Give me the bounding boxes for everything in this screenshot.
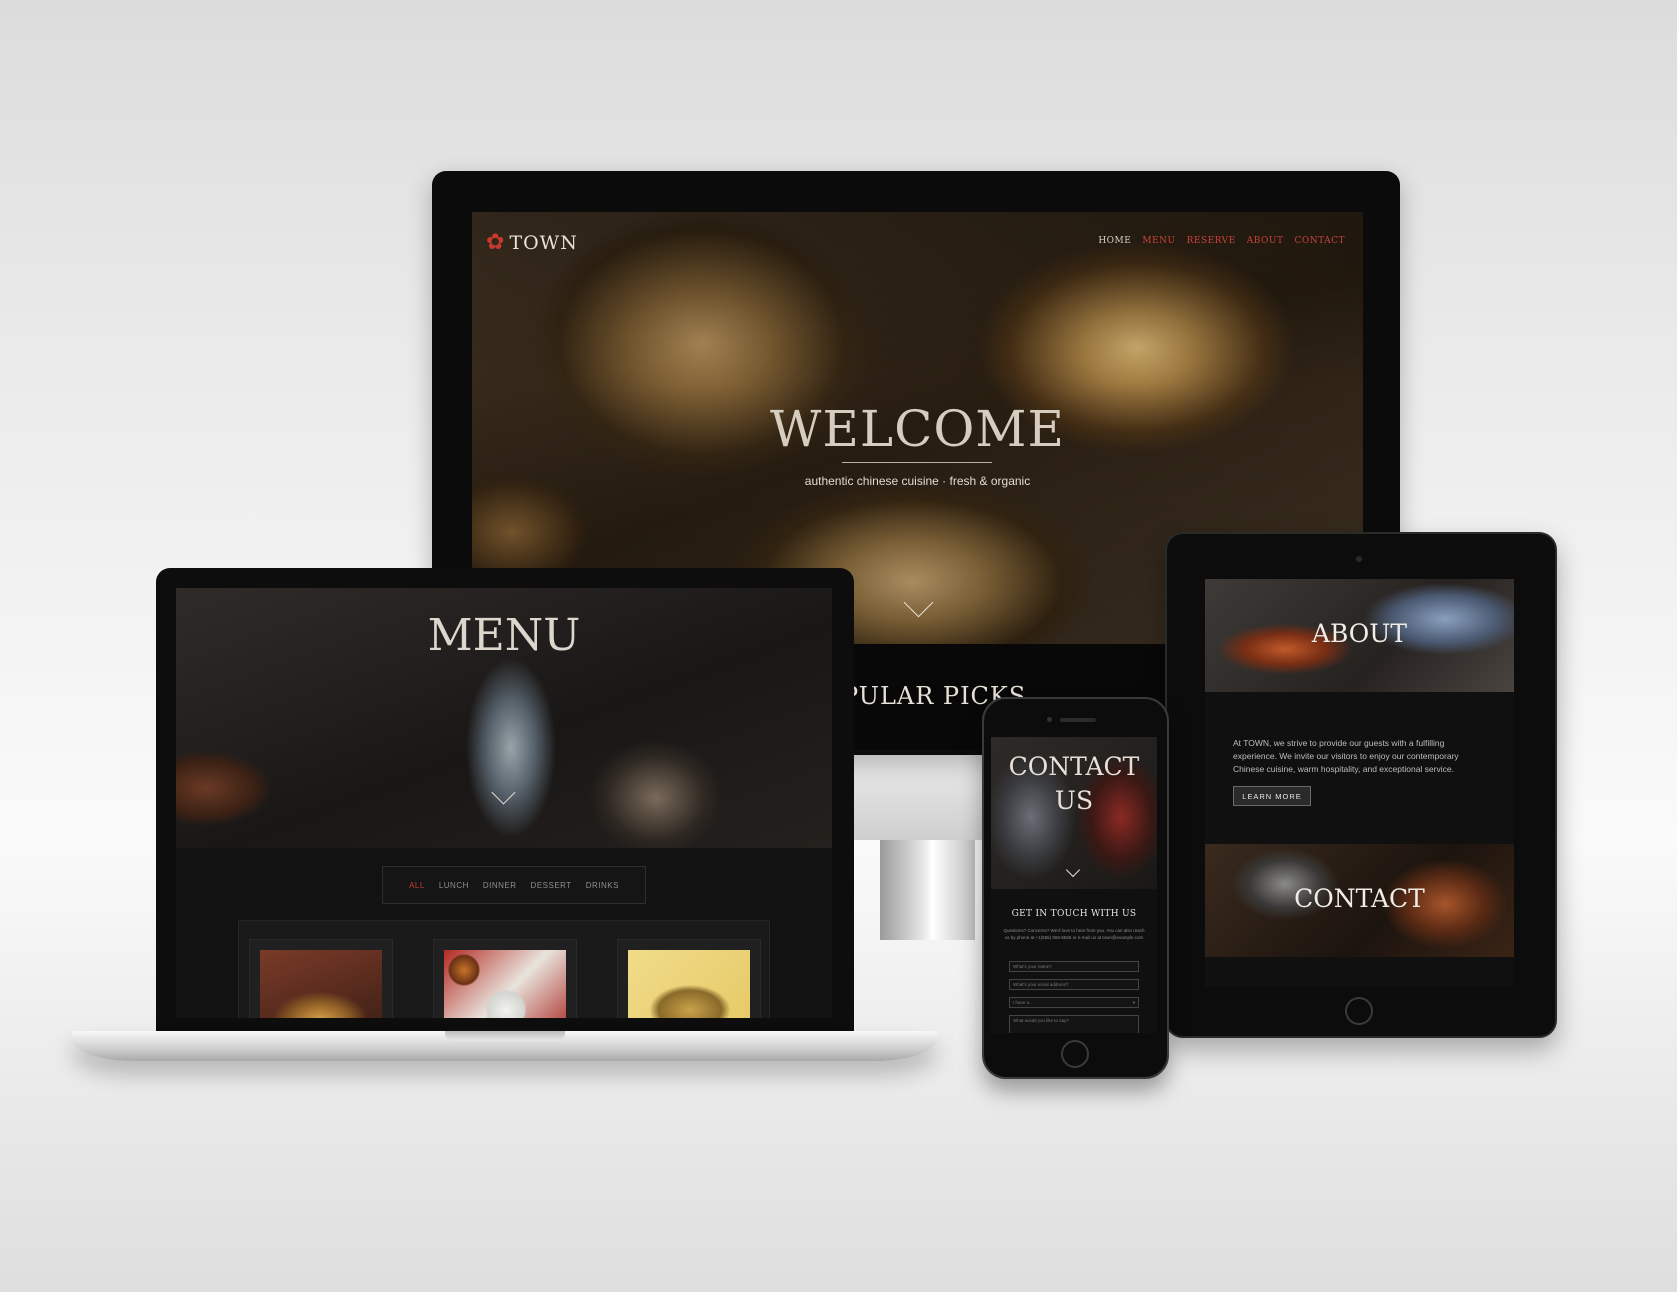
hero-title: WELCOME bbox=[769, 400, 1066, 458]
tab-lunch[interactable]: LUNCH bbox=[439, 881, 469, 890]
phone-home-button[interactable] bbox=[1061, 1040, 1089, 1068]
tab-dinner[interactable]: DINNER bbox=[483, 881, 517, 890]
about-text: At TOWN, we strive to provide our guests… bbox=[1233, 738, 1459, 774]
phone-screen: CONTACT US GET IN TOUCH WITH US Question… bbox=[991, 737, 1157, 1033]
menu-filter-tabs: ALL LUNCH DINNER DESSERT DRINKS bbox=[382, 866, 646, 904]
tab-all[interactable]: ALL bbox=[409, 881, 425, 890]
contact-page-title: CONTACT US bbox=[1008, 752, 1140, 815]
contact-form-heading: GET IN TOUCH WITH US bbox=[1011, 909, 1137, 919]
email-field[interactable]: What's your email address? bbox=[1009, 979, 1139, 990]
name-field[interactable]: What's your name? bbox=[1009, 961, 1139, 972]
learn-more-button[interactable]: LEARN MORE bbox=[1233, 786, 1311, 806]
logo-text: TOWN bbox=[509, 232, 578, 254]
site-logo[interactable]: ✿ TOWN bbox=[486, 230, 578, 255]
menu-item-image-dumpling bbox=[628, 950, 750, 1018]
hero-subtitle: authentic chinese cuisine · fresh & orga… bbox=[804, 474, 1031, 488]
tablet-camera bbox=[1356, 556, 1362, 562]
logo-flower-icon: ✿ bbox=[486, 230, 506, 255]
phone-speaker bbox=[1060, 718, 1096, 722]
menu-page-title: MENU bbox=[427, 610, 581, 661]
tablet-home-button[interactable] bbox=[1345, 997, 1373, 1025]
menu-item-card[interactable] bbox=[249, 939, 393, 1018]
nav-reserve[interactable]: RESERVE bbox=[1187, 236, 1236, 246]
hero-divider bbox=[842, 462, 992, 463]
about-title: ABOUT bbox=[1311, 619, 1408, 648]
menu-items-grid bbox=[238, 920, 770, 1018]
nav-about[interactable]: ABOUT bbox=[1247, 236, 1284, 246]
contact-form-copy: Questions? Concerns? We'd love to hear f… bbox=[1003, 928, 1145, 940]
nav-contact[interactable]: CONTACT bbox=[1294, 236, 1345, 246]
menu-item-card[interactable] bbox=[433, 939, 577, 1018]
menu-item-image-rice bbox=[444, 950, 566, 1018]
nav-menu[interactable]: MENU bbox=[1142, 236, 1175, 246]
main-nav: HOME MENU RESERVE ABOUT CONTACT bbox=[1098, 236, 1345, 246]
laptop-screen: MENU ALL LUNCH DINNER DESSERT DRINKS bbox=[176, 588, 832, 1018]
menu-item-card[interactable] bbox=[617, 939, 761, 1018]
tab-dessert[interactable]: DESSERT bbox=[531, 881, 572, 890]
laptop-notch bbox=[445, 1031, 565, 1041]
tab-drinks[interactable]: DRINKS bbox=[586, 881, 619, 890]
monitor-stand bbox=[880, 830, 975, 940]
inquiry-select[interactable]: I have a... ▾ bbox=[1009, 997, 1139, 1008]
contact-title: CONTACT bbox=[1294, 884, 1425, 913]
chevron-down-icon: ▾ bbox=[1132, 1000, 1135, 1005]
message-field[interactable]: What would you like to say? bbox=[1009, 1015, 1139, 1033]
tablet-screen: ABOUT At TOWN, we strive to provide our … bbox=[1205, 579, 1514, 987]
menu-item-image-noodles bbox=[260, 950, 382, 1018]
nav-home[interactable]: HOME bbox=[1098, 236, 1131, 246]
phone-camera bbox=[1047, 717, 1052, 722]
